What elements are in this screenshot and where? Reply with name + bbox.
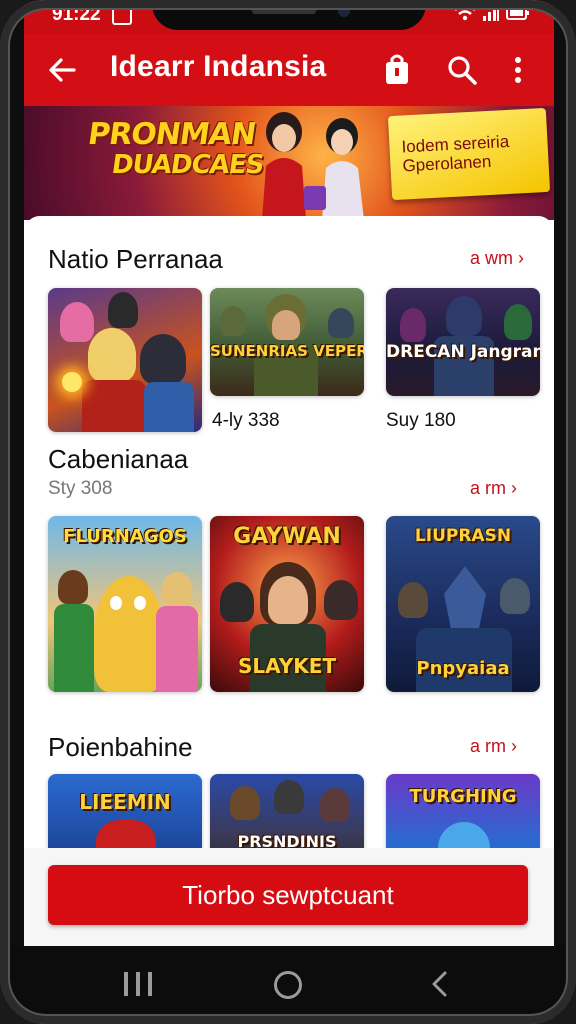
- see-all-label: a wm: [470, 248, 514, 268]
- section-subtitle-2: Sty 308: [48, 478, 113, 499]
- promo-banner[interactable]: PRONMAN DUADCAES Iodem sereiria Gperolan…: [24, 106, 554, 220]
- screen: 91:22 Idearr Indansia PRONMAN DUADCAES I…: [24, 0, 554, 1024]
- search-icon[interactable]: [444, 52, 480, 88]
- tile-art-title: DRECAN Jangrans: [386, 342, 540, 362]
- tile-art-title: LIUPRASN: [414, 526, 512, 546]
- shopping-bag-icon[interactable]: [380, 52, 414, 88]
- tile-caption-1-2: 4-ly 338: [212, 410, 280, 431]
- system-nav-bar: [0, 946, 576, 1024]
- phone-frame: 91:22 Idearr Indansia PRONMAN DUADCAES I…: [0, 0, 576, 1024]
- game-tile-1-3[interactable]: DRECAN Jangrans: [386, 288, 540, 396]
- tile-art-title: GAYWAN: [233, 524, 341, 549]
- front-camera: [338, 5, 350, 17]
- signal-icon: [483, 5, 499, 21]
- tile-art-subtitle: Pnpyaiaa: [416, 658, 510, 679]
- nav-recents-icon[interactable]: [124, 972, 152, 996]
- app-title: Idearr Indansia: [110, 50, 327, 83]
- tile-art-subtitle: SLAYKET: [238, 654, 336, 678]
- game-tile-2-1[interactable]: FLURNAGOS: [48, 516, 202, 692]
- game-tile-2-3[interactable]: LIUPRASN Pnpyaiaa: [386, 516, 540, 692]
- status-time: 91:22: [52, 4, 101, 25]
- see-all-label: a rm: [470, 478, 506, 498]
- chevron-right-icon: ›: [518, 248, 525, 268]
- section-title-3: Poienbahine: [48, 732, 193, 762]
- banner-headline: PRONMAN DUADCAES: [82, 117, 270, 180]
- primary-cta-button[interactable]: Tiorbo sewptcuant: [48, 865, 528, 925]
- game-tile-2-2[interactable]: GAYWAN SLAYKET: [210, 516, 364, 692]
- tile-art-title: FLURNAGOS: [63, 526, 187, 547]
- section-title-1: Natio Perranaa: [48, 244, 223, 274]
- back-arrow-icon[interactable]: [44, 52, 80, 88]
- banner-headline-line-1: PRONMAN: [85, 117, 258, 152]
- tile-art-title: SUNENRIAS VEPER: [210, 342, 364, 360]
- content-sheet: Natio Perranaa a wm › SUNENRIAS VEPER 4-…: [24, 216, 554, 956]
- see-all-label: a rm: [470, 736, 506, 756]
- nav-home-icon[interactable]: [274, 971, 302, 999]
- banner-card-text: Iodem sereiria Gperolanen: [401, 131, 510, 176]
- tile-art-title: LIEEMIN: [79, 790, 171, 814]
- nav-back-icon[interactable]: [428, 970, 452, 998]
- see-all-link-2[interactable]: a rm ›: [470, 478, 517, 499]
- wifi-icon: [454, 4, 476, 21]
- see-all-link-1[interactable]: a wm ›: [470, 248, 524, 269]
- banner-headline-line-2: DUADCAES: [109, 150, 266, 180]
- app-bar: Idearr Indansia: [24, 34, 554, 106]
- more-vert-icon[interactable]: [504, 52, 532, 88]
- battery-icon: [506, 6, 529, 20]
- see-all-link-3[interactable]: a rm ›: [470, 736, 517, 757]
- notification-icon: [112, 5, 132, 25]
- tile-art-title: TURGHING: [409, 786, 517, 807]
- game-tile-1-1[interactable]: [48, 288, 202, 432]
- camera-notch: [152, 0, 426, 30]
- game-tile-1-2[interactable]: SUNENRIAS VEPER: [210, 288, 364, 396]
- chevron-right-icon: ›: [511, 478, 518, 498]
- banner-promo-card: Iodem sereiria Gperolanen: [387, 107, 551, 201]
- tile-caption-1-3: Suy 180: [386, 410, 456, 431]
- chevron-right-icon: ›: [511, 736, 518, 756]
- section-title-2: Cabenianaa: [48, 444, 189, 474]
- banner-characters: [262, 112, 364, 220]
